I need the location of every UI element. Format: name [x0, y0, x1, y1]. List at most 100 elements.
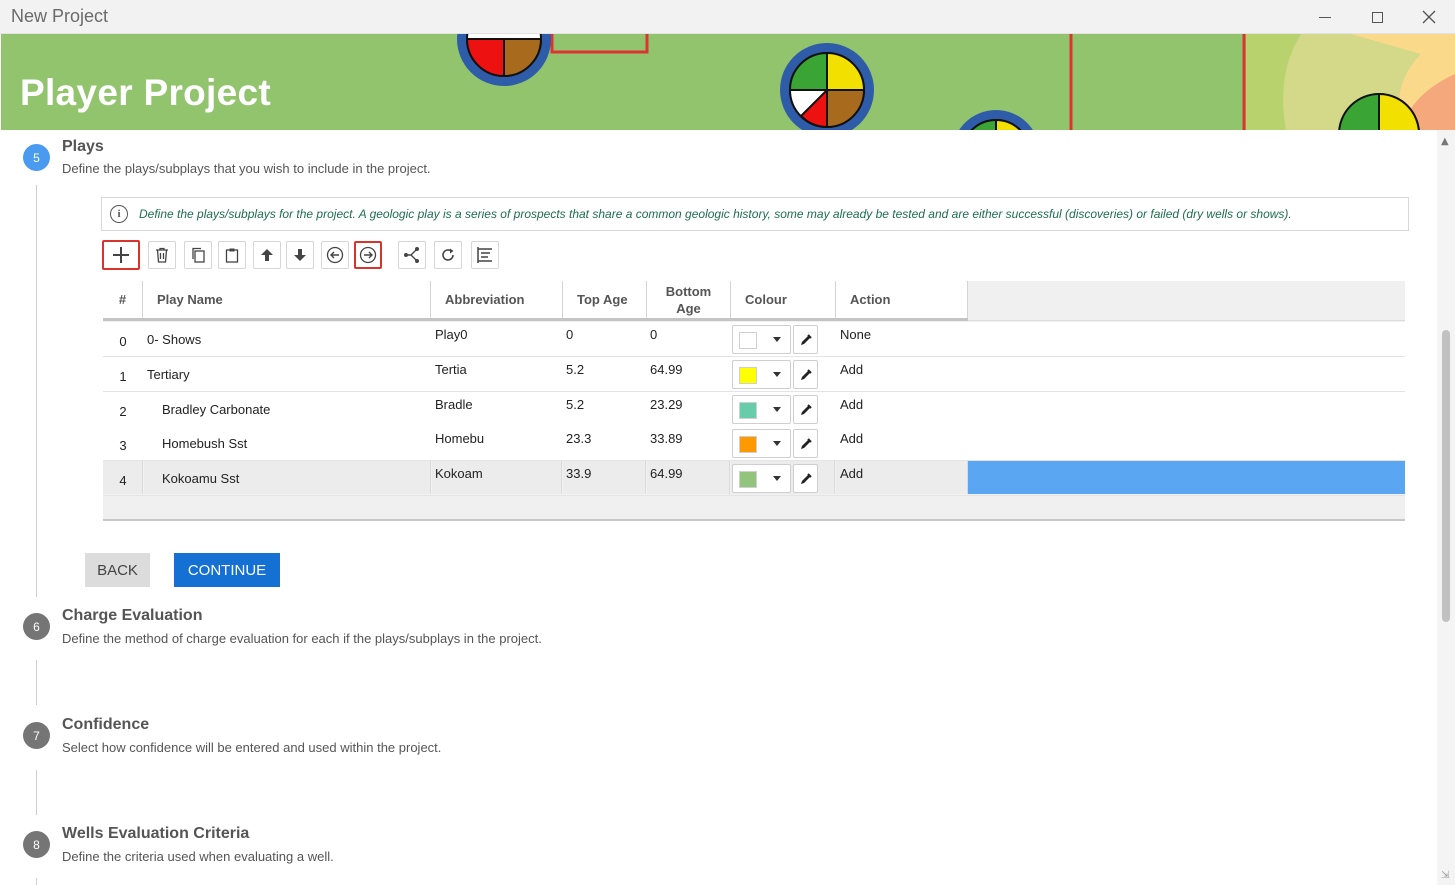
action-cell[interactable]: None [840, 322, 871, 357]
bottom-age-cell[interactable]: 23.29 [650, 392, 683, 427]
header-colour[interactable]: Colour [731, 281, 836, 318]
colour-dropdown[interactable] [732, 429, 791, 458]
header-bottom-age[interactable]: Bottom Age [647, 281, 731, 318]
table-row[interactable]: 4 Kokoamu Sst Kokoam 33.9 64.99 Add [103, 461, 1405, 496]
minimize-icon [1319, 16, 1331, 18]
bottom-age-cell[interactable]: 33.89 [650, 426, 683, 461]
table-row[interactable]: 0 0- Shows Play0 0 0 None [103, 322, 1405, 357]
colour-picker-button[interactable] [793, 429, 818, 458]
top-age-cell[interactable]: 23.3 [566, 426, 591, 461]
vertical-scrollbar[interactable]: ▲ ⇲ [1437, 130, 1455, 885]
colour-dropdown[interactable] [732, 395, 791, 424]
action-cell[interactable]: Add [840, 461, 863, 496]
play-name-cell[interactable]: Tertiary [147, 357, 190, 392]
chevron-down-icon [773, 372, 781, 377]
header-abbreviation[interactable]: Abbreviation [431, 281, 563, 318]
refresh-button[interactable] [434, 241, 462, 269]
scrollbar-thumb[interactable] [1442, 330, 1450, 622]
colour-picker-button[interactable] [793, 464, 818, 493]
eyedropper-icon [800, 472, 812, 484]
delete-button[interactable] [148, 241, 176, 269]
outdent-button[interactable] [321, 241, 349, 269]
add-button[interactable] [102, 240, 140, 270]
table-row[interactable]: 3 Homebush Sst Homebu 23.3 33.89 Add [103, 426, 1405, 461]
step-connector [36, 185, 37, 597]
action-cell[interactable]: Add [840, 392, 863, 427]
colour-dropdown[interactable] [732, 360, 791, 389]
colour-dropdown[interactable] [732, 464, 791, 493]
colour-swatch [739, 402, 757, 419]
hierarchy-button[interactable] [471, 241, 499, 269]
play-name-cell[interactable]: 0- Shows [147, 322, 201, 357]
step-number-6[interactable]: 6 [23, 613, 50, 640]
step-number-5[interactable]: 5 [23, 144, 50, 171]
continue-button[interactable]: CONTINUE [174, 553, 280, 587]
paste-icon [225, 248, 239, 263]
table-row[interactable]: 2 Bradley Carbonate Bradle 5.2 23.29 Add [103, 392, 1405, 427]
abbreviation-cell[interactable]: Bradle [435, 392, 473, 427]
bottom-age-cell[interactable]: 64.99 [650, 461, 683, 496]
colour-picker-button[interactable] [793, 325, 818, 354]
step-title-charge-evaluation[interactable]: Charge Evaluation [62, 607, 202, 625]
close-button[interactable] [1403, 0, 1455, 34]
copy-icon [192, 247, 205, 263]
back-button[interactable]: BACK [85, 553, 150, 587]
colour-swatch [739, 332, 757, 349]
banner-title: Player Project [20, 72, 272, 113]
top-age-cell[interactable]: 33.9 [566, 461, 591, 496]
top-age-cell[interactable]: 5.2 [566, 392, 584, 427]
colour-swatch [739, 367, 757, 384]
bottom-age-cell[interactable]: 64.99 [650, 357, 683, 392]
row-number: 3 [119, 438, 127, 453]
chevron-down-icon [773, 407, 781, 412]
play-name-cell[interactable]: Bradley Carbonate [162, 392, 270, 427]
bottom-age-cell[interactable]: 0 [650, 322, 657, 357]
abbreviation-cell[interactable]: Play0 [435, 322, 468, 357]
row-number: 4 [119, 473, 127, 488]
indent-icon [359, 246, 377, 264]
step-title-plays[interactable]: Plays [62, 138, 104, 156]
maximize-icon [1371, 11, 1383, 23]
colour-swatch [739, 436, 757, 453]
action-cell[interactable]: Add [840, 426, 863, 461]
abbreviation-cell[interactable]: Tertia [435, 357, 467, 392]
step-description-charge-evaluation: Define the method of charge evaluation f… [62, 631, 542, 646]
step-connector [36, 660, 37, 705]
copy-button[interactable] [184, 241, 212, 269]
plays-grid: # Play Name Abbreviation Top Age Bottom … [103, 281, 1405, 521]
table-row[interactable]: 1 Tertiary Tertia 5.2 64.99 Add [103, 357, 1405, 392]
move-up-button[interactable] [253, 241, 281, 269]
chevron-down-icon [773, 476, 781, 481]
project-banner: Player Project [1, 34, 1455, 130]
play-name-cell[interactable]: Homebush Sst [162, 426, 247, 461]
action-cell[interactable]: Add [840, 357, 863, 392]
abbreviation-cell[interactable]: Homebu [435, 426, 484, 461]
header-play-name[interactable]: Play Name [143, 281, 431, 318]
split-button[interactable] [398, 241, 426, 269]
top-age-cell[interactable]: 5.2 [566, 357, 584, 392]
close-icon [1422, 10, 1436, 24]
step-title-confidence[interactable]: Confidence [62, 716, 149, 734]
minimize-button[interactable] [1299, 0, 1351, 34]
header-number[interactable]: # [103, 281, 143, 318]
indent-button[interactable] [354, 241, 382, 269]
scroll-up-icon[interactable]: ▲ [1441, 136, 1449, 147]
resize-grip-icon[interactable]: ⇲ [1441, 870, 1449, 881]
maximize-button[interactable] [1351, 0, 1403, 34]
step-number-7[interactable]: 7 [23, 722, 50, 749]
paste-button[interactable] [218, 241, 246, 269]
header-top-age[interactable]: Top Age [563, 281, 647, 318]
step-title-wells-evaluation[interactable]: Wells Evaluation Criteria [62, 825, 249, 843]
eyedropper-icon [800, 333, 812, 345]
top-age-cell[interactable]: 0 [566, 322, 573, 357]
colour-picker-button[interactable] [793, 395, 818, 424]
header-action[interactable]: Action [836, 281, 968, 318]
colour-dropdown[interactable] [732, 325, 791, 354]
step-description-plays: Define the plays/subplays that you wish … [62, 161, 431, 176]
row-number: 1 [119, 369, 127, 384]
abbreviation-cell[interactable]: Kokoam [435, 461, 483, 496]
colour-picker-button[interactable] [793, 360, 818, 389]
move-down-button[interactable] [286, 241, 314, 269]
play-name-cell[interactable]: Kokoamu Sst [162, 461, 239, 496]
step-number-8[interactable]: 8 [23, 831, 50, 858]
